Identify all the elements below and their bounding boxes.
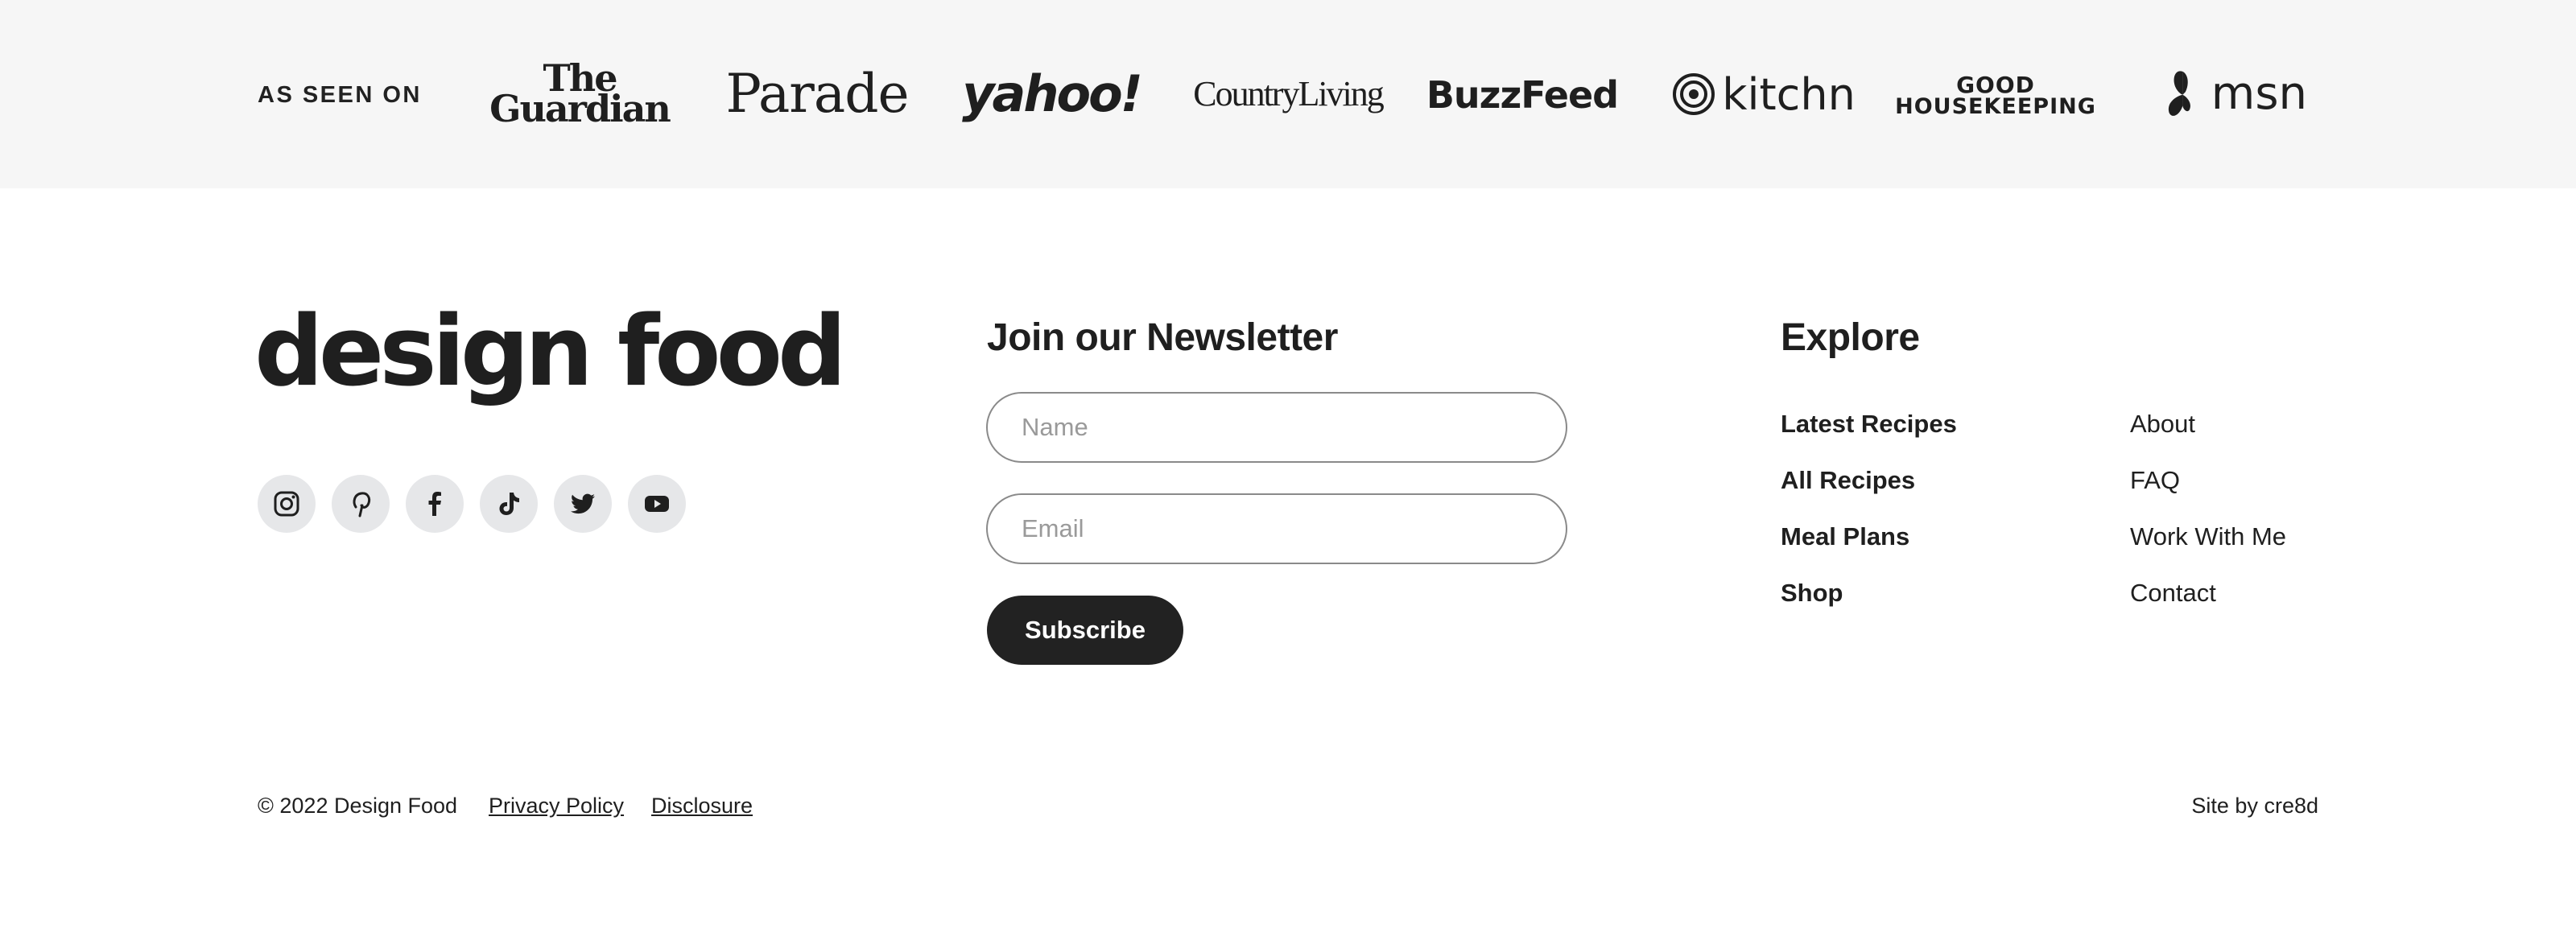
faq-link[interactable]: FAQ — [2130, 467, 2286, 494]
as-seen-on-label: AS SEEN ON — [258, 82, 422, 108]
as-seen-on-band: AS SEEN ON The Guardian Parade yahoo! Co… — [0, 0, 2576, 188]
explore-title: Explore — [1781, 316, 1920, 359]
youtube-icon — [645, 496, 669, 512]
social-links — [258, 475, 686, 533]
about-link[interactable]: About — [2130, 410, 2286, 438]
subscribe-button[interactable]: Subscribe — [987, 596, 1183, 665]
instagram-icon — [274, 491, 299, 517]
pinterest-icon — [353, 492, 371, 518]
privacy-policy-link[interactable]: Privacy Policy — [489, 792, 624, 819]
good-housekeeping-logo: GOOD HOUSEKEEPING — [1895, 72, 2096, 119]
explore-secondary-links: About FAQ Work With Me Contact — [2130, 410, 2286, 607]
work-with-me-link[interactable]: Work With Me — [2130, 523, 2286, 551]
kitchn-spiral-icon — [1673, 73, 1715, 115]
parade-logo: Parade — [725, 62, 910, 125]
newsletter-title: Join our Newsletter — [987, 316, 1338, 359]
explore-primary-links: Latest Recipes All Recipes Meal Plans Sh… — [1781, 410, 1957, 607]
the-guardian-logo: The Guardian — [489, 56, 671, 130]
copyright-text: © 2022 Design Food — [258, 794, 458, 818]
kitchn-logo: kitchn — [1671, 66, 1856, 122]
msn-butterfly-icon — [2168, 71, 2190, 116]
twitter-link[interactable] — [554, 475, 612, 533]
facebook-icon — [428, 492, 441, 516]
contact-link[interactable]: Contact — [2130, 579, 2286, 607]
yahoo-logo: yahoo! — [962, 64, 1143, 123]
instagram-link[interactable] — [258, 475, 316, 533]
newsletter-name-input[interactable] — [986, 392, 1567, 463]
shop-link[interactable]: Shop — [1781, 579, 1957, 607]
facebook-link[interactable] — [406, 475, 464, 533]
latest-recipes-link[interactable]: Latest Recipes — [1781, 410, 1957, 438]
twitter-icon — [570, 493, 595, 514]
site-by-credit[interactable]: Site by cre8d — [2191, 792, 2318, 819]
tiktok-link[interactable] — [480, 475, 538, 533]
all-recipes-link[interactable]: All Recipes — [1781, 467, 1957, 494]
buzzfeed-logo: BuzzFeed — [1426, 73, 1619, 117]
brand-wordmark[interactable]: design food — [254, 296, 847, 409]
meal-plans-link[interactable]: Meal Plans — [1781, 523, 1957, 551]
newsletter-email-input[interactable] — [986, 493, 1567, 564]
pinterest-link[interactable] — [332, 475, 390, 533]
msn-logo: msn — [2162, 61, 2307, 126]
tiktok-icon — [499, 493, 519, 515]
youtube-link[interactable] — [628, 475, 686, 533]
disclosure-link[interactable]: Disclosure — [651, 792, 753, 819]
country-living-logo: CountryLiving — [1193, 73, 1385, 113]
